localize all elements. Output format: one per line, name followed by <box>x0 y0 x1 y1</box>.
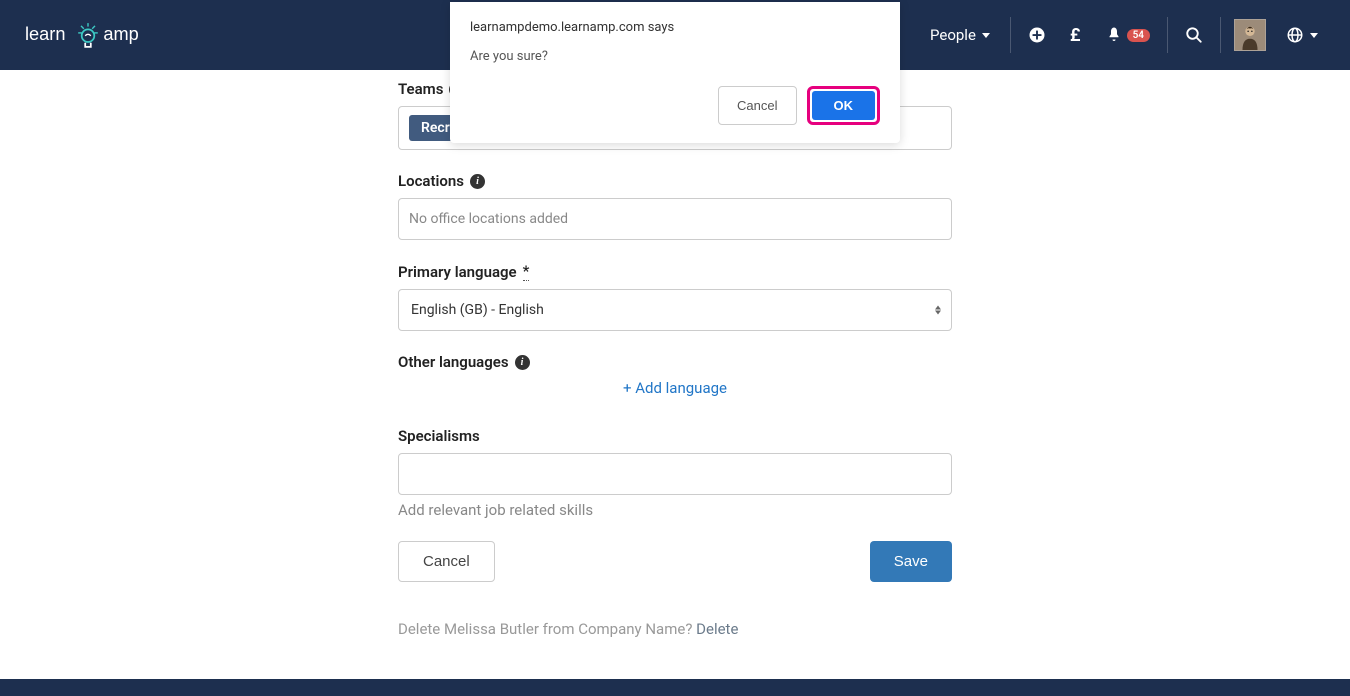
form-container: Teams i Recrui Locations i No office loc… <box>398 70 952 678</box>
notification-badge: 54 <box>1127 29 1150 42</box>
nav-people[interactable]: People <box>915 0 1005 70</box>
required-marker: * <box>523 262 530 281</box>
dialog-cancel-button[interactable]: Cancel <box>718 86 796 125</box>
dialog-ok-button[interactable]: OK <box>812 91 876 120</box>
other-languages-label: Other languages i <box>398 353 952 371</box>
select-arrows-icon <box>935 306 941 315</box>
chevron-down-icon <box>1310 33 1318 38</box>
divider <box>1220 17 1221 53</box>
primary-language-value: English (GB) - English <box>411 302 544 318</box>
cancel-button[interactable]: Cancel <box>398 541 495 582</box>
other-languages-group: Other languages i + Add language <box>398 353 952 397</box>
confirm-dialog: learnampdemo.learnamp.com says Are you s… <box>450 2 900 143</box>
globe-icon <box>1286 26 1304 44</box>
divider <box>1010 17 1011 53</box>
specialisms-group: Specialisms Add relevant job related ski… <box>398 427 952 519</box>
globe-button[interactable] <box>1274 0 1330 70</box>
dialog-ok-highlight: OK <box>807 86 881 125</box>
pound-icon: £ <box>1070 25 1081 46</box>
footer-bar <box>0 679 1350 696</box>
plus-circle-icon <box>1028 26 1046 44</box>
delete-text: Delete Melissa Butler from Company Name? <box>398 620 696 638</box>
add-button[interactable] <box>1016 0 1058 70</box>
save-button[interactable]: Save <box>870 541 952 582</box>
primary-language-group: Primary language * English (GB) - Englis… <box>398 262 952 331</box>
svg-text:learn: learn <box>25 24 65 44</box>
locations-placeholder: No office locations added <box>409 211 568 227</box>
specialisms-field[interactable] <box>398 453 952 495</box>
info-icon[interactable]: i <box>515 355 530 370</box>
add-language-link[interactable]: + Add language <box>398 379 952 397</box>
notifications-button[interactable]: 54 <box>1093 0 1162 70</box>
delete-link[interactable]: Delete <box>696 620 738 638</box>
search-icon <box>1185 26 1203 44</box>
button-row: Cancel Save <box>398 541 952 582</box>
avatar-icon <box>1235 19 1265 51</box>
bell-icon <box>1105 26 1123 44</box>
dialog-buttons: Cancel OK <box>470 86 880 125</box>
logo[interactable]: learn amp <box>25 15 165 55</box>
specialisms-label: Specialisms <box>398 427 952 445</box>
locations-field[interactable]: No office locations added <box>398 198 952 240</box>
locations-group: Locations i No office locations added <box>398 172 952 240</box>
primary-language-select[interactable]: English (GB) - English <box>398 289 952 331</box>
dialog-title: learnampdemo.learnamp.com says <box>470 20 880 35</box>
dialog-message: Are you sure? <box>470 49 880 64</box>
search-button[interactable] <box>1173 0 1215 70</box>
currency-button[interactable]: £ <box>1058 0 1093 70</box>
info-icon[interactable]: i <box>470 174 485 189</box>
specialisms-help: Add relevant job related skills <box>398 501 952 519</box>
locations-label: Locations i <box>398 172 952 190</box>
nav-people-label: People <box>930 26 976 44</box>
divider <box>1167 17 1168 53</box>
primary-language-label: Primary language * <box>398 262 952 281</box>
nav-right: sess People £ 54 <box>840 0 1330 70</box>
user-avatar[interactable] <box>1234 19 1266 51</box>
chevron-down-icon <box>982 33 990 38</box>
svg-text:amp: amp <box>103 24 138 44</box>
delete-row: Delete Melissa Butler from Company Name?… <box>398 620 952 638</box>
learnamp-logo-icon: learn amp <box>25 15 165 55</box>
